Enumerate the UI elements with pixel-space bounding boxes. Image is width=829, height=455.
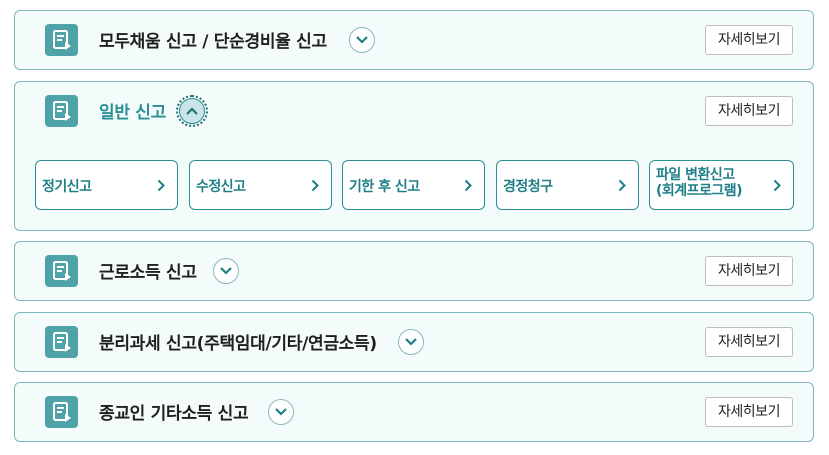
- chevron-right-icon: [618, 179, 626, 192]
- sub-item-correction-claim[interactable]: 경정청구: [496, 160, 639, 210]
- section-title: 종교인 기타소득 신고: [99, 404, 249, 424]
- sub-item-label: 파일 변환신고 (회계프로그램): [656, 167, 743, 199]
- sub-item-file-conversion-report[interactable]: 파일 변환신고 (회계프로그램): [649, 160, 794, 210]
- expand-toggle-button[interactable]: [213, 258, 239, 284]
- document-edit-icon: [45, 255, 78, 287]
- document-edit-icon: [45, 396, 78, 428]
- sub-item-label: 기한 후 신고: [349, 179, 420, 195]
- sub-item-label: 정기신고: [42, 179, 92, 195]
- section-title: 일반 신고: [99, 103, 166, 123]
- detail-button[interactable]: 자세히보기: [705, 25, 793, 55]
- section-panel-earned-income: 근로소득 신고 자세히보기: [14, 241, 814, 301]
- section-header[interactable]: 분리과세 신고(주택임대/기타/연금소득) 자세히보기: [15, 313, 813, 371]
- chevron-right-icon: [157, 179, 165, 192]
- section-panel-separate-taxation: 분리과세 신고(주택임대/기타/연금소득) 자세히보기: [14, 312, 814, 372]
- expand-toggle-button[interactable]: [349, 27, 375, 53]
- chevron-right-icon: [311, 179, 319, 192]
- detail-button[interactable]: 자세히보기: [705, 96, 793, 126]
- chevron-down-icon: [356, 36, 368, 44]
- section-title: 분리과세 신고(주택임대/기타/연금소득): [99, 334, 377, 354]
- sub-item-label-line1: 파일 변환신고: [656, 167, 735, 183]
- section-header[interactable]: 근로소득 신고 자세히보기: [15, 242, 813, 300]
- sub-item-label-line2: (회계프로그램): [656, 183, 743, 199]
- sub-item-late-report[interactable]: 기한 후 신고: [342, 160, 485, 210]
- sub-item-label: 경정청구: [503, 179, 553, 195]
- section-header[interactable]: 종교인 기타소득 신고 자세히보기: [15, 383, 813, 441]
- section-panel-religious-income: 종교인 기타소득 신고 자세히보기: [14, 382, 814, 442]
- sub-item-label: 수정신고: [196, 179, 246, 195]
- document-edit-icon: [45, 95, 78, 127]
- section-panel-simple-report: 모두채움 신고 / 단순경비율 신고 자세히보기: [14, 10, 814, 70]
- detail-button[interactable]: 자세히보기: [705, 397, 793, 427]
- collapse-toggle-button[interactable]: [176, 95, 208, 127]
- sub-item-amended-report[interactable]: 수정신고: [189, 160, 332, 210]
- chevron-right-icon: [464, 179, 472, 192]
- section-title: 모두채움 신고 / 단순경비율 신고: [99, 32, 327, 52]
- detail-button[interactable]: 자세히보기: [705, 256, 793, 286]
- expand-toggle-button[interactable]: [268, 399, 294, 425]
- sub-menu-row: 정기신고 수정신고 기한 후 신고 경정청구 파일 변환신고 (회계프로그램): [35, 160, 795, 210]
- detail-button[interactable]: 자세히보기: [705, 327, 793, 357]
- sub-item-regular-report[interactable]: 정기신고: [35, 160, 178, 210]
- section-header[interactable]: 일반 신고 자세히보기: [15, 82, 813, 140]
- section-panel-general-report: 일반 신고 자세히보기 정기신고 수정신고 기한 후 신고 경정청구 파일 변환…: [14, 81, 814, 231]
- document-edit-icon: [45, 326, 78, 358]
- chevron-down-icon: [275, 408, 287, 416]
- chevron-down-icon: [405, 338, 417, 346]
- document-edit-icon: [45, 24, 78, 56]
- chevron-right-icon: [773, 179, 781, 192]
- section-header[interactable]: 모두채움 신고 / 단순경비율 신고 자세히보기: [15, 11, 813, 69]
- expand-toggle-button[interactable]: [398, 329, 424, 355]
- section-title: 근로소득 신고: [99, 263, 197, 283]
- chevron-up-icon: [186, 107, 198, 115]
- chevron-down-icon: [220, 267, 232, 275]
